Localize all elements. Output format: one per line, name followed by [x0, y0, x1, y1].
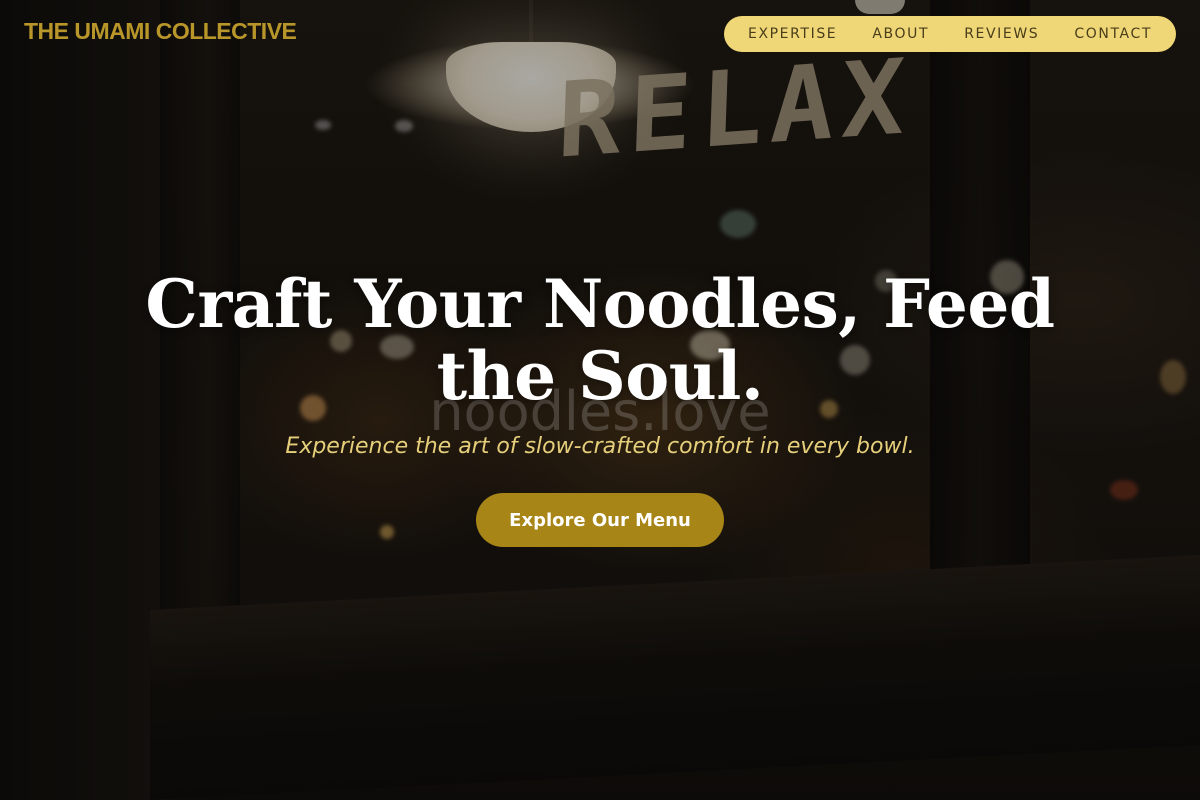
hero-headline-line-2: the Soul.: [436, 337, 764, 415]
nav-item-reviews[interactable]: REVIEWS: [964, 26, 1039, 42]
nav-item-about[interactable]: ABOUT: [872, 26, 929, 42]
nav-item-contact[interactable]: CONTACT: [1074, 26, 1152, 42]
brand-logo[interactable]: THE UMAMI COLLECTIVE: [24, 18, 297, 45]
explore-menu-button[interactable]: Explore Our Menu: [476, 493, 724, 547]
nav-item-expertise[interactable]: EXPERTISE: [748, 26, 837, 42]
main-nav: EXPERTISE ABOUT REVIEWS CONTACT: [724, 16, 1176, 52]
hero-headline-line-1: Craft Your Noodles, Feed: [145, 265, 1055, 343]
hero-headline: Craft Your Noodles, Feed the Soul.: [100, 268, 1100, 412]
hero-section: RELAX THE UMAMI COLLECTIVE EXPERTISE ABO…: [0, 0, 1200, 800]
hero-subheadline: Experience the art of slow-crafted comfo…: [285, 434, 915, 459]
